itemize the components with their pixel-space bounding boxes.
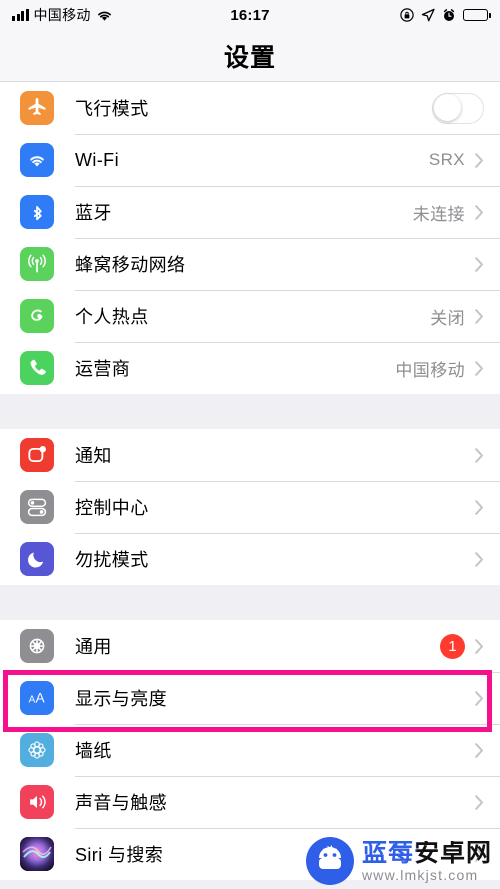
row-label: 墙纸 bbox=[75, 741, 112, 761]
row-label: 显示与亮度 bbox=[75, 689, 167, 709]
settings-row-sound[interactable]: 声音与触感 bbox=[0, 776, 500, 828]
status-bar-right bbox=[400, 8, 491, 22]
row-label: 蜂窝移动网络 bbox=[75, 255, 186, 275]
row-accessory bbox=[475, 794, 500, 810]
notifications-icon bbox=[20, 438, 54, 472]
chevron-right-icon bbox=[475, 256, 484, 272]
chevron-right-icon bbox=[475, 447, 484, 463]
settings-row-bluetooth[interactable]: 蓝牙 未连接 bbox=[0, 186, 500, 238]
row-accessory: SRX bbox=[429, 150, 500, 170]
chevron-right-icon bbox=[475, 742, 484, 758]
airplane-icon bbox=[20, 91, 54, 125]
wallpaper-icon bbox=[20, 733, 54, 767]
row-value: 中国移动 bbox=[395, 360, 465, 380]
cellular-antenna-icon bbox=[20, 247, 54, 281]
chevron-right-icon bbox=[475, 499, 484, 515]
row-label: 通用 bbox=[75, 637, 112, 657]
row-label: 飞行模式 bbox=[75, 99, 149, 119]
sound-icon bbox=[20, 785, 54, 819]
watermark: 蓝莓安卓网 www.lmkjst.com bbox=[305, 837, 492, 885]
row-accessory bbox=[475, 551, 500, 567]
settings-row-phone[interactable]: 运营商 中国移动 bbox=[0, 342, 500, 394]
svg-text:A: A bbox=[29, 695, 36, 706]
nav-bar: 设置 bbox=[0, 30, 500, 82]
row-accessory: 中国移动 bbox=[395, 356, 500, 381]
chevron-right-icon bbox=[475, 551, 484, 567]
row-accessory bbox=[475, 256, 500, 272]
row-label: 个人热点 bbox=[75, 307, 149, 327]
chevron-right-icon bbox=[475, 152, 484, 168]
row-label: 声音与触感 bbox=[75, 793, 167, 813]
battery-icon bbox=[463, 9, 491, 21]
row-accessory bbox=[475, 499, 500, 515]
status-bar: 中国移动 16:17 bbox=[0, 0, 500, 30]
hotspot-icon bbox=[20, 299, 54, 333]
watermark-title: 蓝莓安卓网 bbox=[361, 838, 492, 867]
svg-text:A: A bbox=[35, 691, 45, 706]
settings-row-notifications[interactable]: 通知 bbox=[0, 429, 500, 481]
row-label: 勿扰模式 bbox=[75, 550, 149, 570]
chevron-right-icon bbox=[475, 638, 484, 654]
chevron-right-icon bbox=[475, 308, 484, 324]
row-accessory bbox=[432, 92, 500, 124]
row-value: SRX bbox=[428, 150, 465, 169]
row-accessory bbox=[475, 447, 500, 463]
chevron-right-icon bbox=[475, 204, 484, 220]
settings-row-wifi[interactable]: Wi-Fi SRX bbox=[0, 134, 500, 186]
settings-row-hotspot[interactable]: 个人热点 关闭 bbox=[0, 290, 500, 342]
settings-row-cellular-antenna[interactable]: 蜂窝移动网络 bbox=[0, 238, 500, 290]
settings-row-wallpaper[interactable]: 墙纸 bbox=[0, 724, 500, 776]
wifi-icon bbox=[20, 143, 54, 177]
settings-row-airplane[interactable]: 飞行模式 bbox=[0, 82, 500, 134]
group-separator bbox=[0, 394, 500, 429]
row-label: 通知 bbox=[75, 446, 112, 466]
settings-row-moon[interactable]: 勿扰模式 bbox=[0, 533, 500, 585]
chevron-right-icon bbox=[475, 690, 484, 706]
settings-row-display-brightness[interactable]: AA 显示与亮度 bbox=[0, 672, 500, 724]
row-value: 关闭 bbox=[430, 308, 465, 328]
row-label: Wi-Fi bbox=[75, 149, 119, 170]
watermark-text: 蓝莓安卓网 www.lmkjst.com bbox=[361, 838, 492, 883]
rotation-lock-icon bbox=[400, 8, 414, 22]
row-label: Siri 与搜索 bbox=[75, 845, 164, 865]
page-title: 设置 bbox=[223, 43, 276, 72]
row-value: 未连接 bbox=[412, 204, 465, 224]
group-separator bbox=[0, 585, 500, 620]
control-center-icon bbox=[20, 490, 54, 524]
chevron-right-icon bbox=[475, 794, 484, 810]
bluetooth-icon bbox=[20, 195, 54, 229]
row-accessory: 关闭 bbox=[430, 304, 500, 329]
android-mascot-icon bbox=[305, 837, 354, 885]
row-accessory: 1 bbox=[440, 633, 500, 659]
row-accessory bbox=[475, 742, 500, 758]
settings-group-1: 通知 控制中心 勿扰模式 bbox=[0, 429, 500, 585]
status-badge: 1 bbox=[440, 633, 465, 659]
phone-icon bbox=[20, 351, 54, 385]
row-accessory bbox=[475, 690, 500, 706]
row-accessory: 未连接 bbox=[413, 200, 500, 225]
airplane-mode-toggle[interactable] bbox=[432, 92, 484, 124]
row-label: 运营商 bbox=[75, 359, 131, 379]
watermark-url: www.lmkjst.com bbox=[361, 866, 479, 883]
row-label: 蓝牙 bbox=[75, 203, 112, 223]
row-label: 控制中心 bbox=[75, 498, 149, 518]
settings-row-control-center[interactable]: 控制中心 bbox=[0, 481, 500, 533]
display-brightness-icon: AA bbox=[20, 681, 54, 715]
alarm-clock-icon bbox=[442, 8, 456, 22]
siri-icon bbox=[20, 837, 54, 871]
settings-row-gear[interactable]: 通用 1 bbox=[0, 620, 500, 672]
gear-icon bbox=[20, 629, 54, 663]
moon-icon bbox=[20, 542, 54, 576]
chevron-right-icon bbox=[475, 360, 484, 376]
location-arrow-icon bbox=[421, 8, 435, 22]
settings-list[interactable]: 飞行模式 Wi-Fi SRX 蓝牙 未连接 蜂窝移动网络 个人热点 关闭 运营商… bbox=[0, 82, 500, 889]
settings-group-0: 飞行模式 Wi-Fi SRX 蓝牙 未连接 蜂窝移动网络 个人热点 关闭 运营商… bbox=[0, 82, 500, 394]
